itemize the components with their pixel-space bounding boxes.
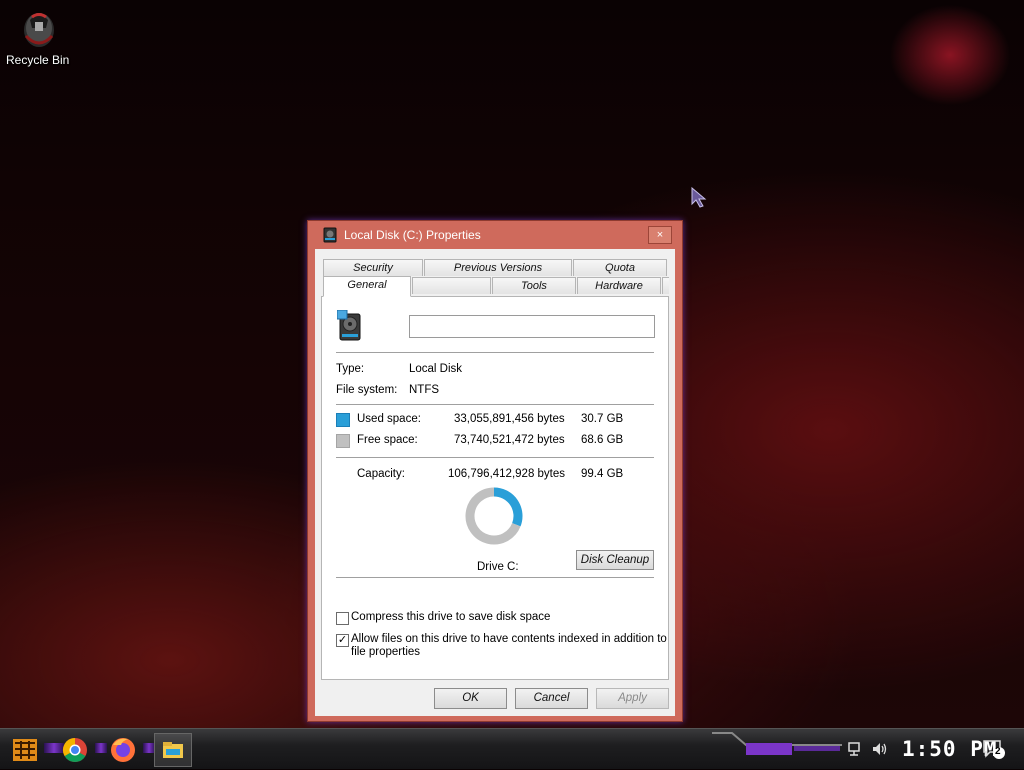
separator — [336, 404, 654, 406]
tab-tools[interactable]: Tools — [492, 277, 576, 294]
tab-hardware[interactable]: Hardware — [577, 277, 661, 294]
recycle-bin-shortcut[interactable]: Recycle Bin — [6, 6, 72, 67]
notification-icon — [983, 740, 1005, 759]
capacity-label: Capacity: — [357, 468, 405, 480]
network-icon[interactable] — [847, 741, 863, 760]
used-space-label: Used space: — [357, 413, 421, 425]
index-label-line2: file properties — [351, 646, 421, 658]
used-space-swatch — [336, 413, 350, 427]
dialog-titlebar[interactable]: Local Disk (C:) Properties × — [308, 221, 682, 249]
apply-button[interactable]: Apply — [596, 688, 669, 709]
hard-drive-icon — [323, 227, 337, 243]
separator — [336, 352, 654, 354]
disk-usage-donut-chart — [465, 487, 523, 545]
firefox-icon — [111, 738, 135, 762]
firefox-button[interactable] — [104, 733, 142, 767]
disk-cleanup-button[interactable]: Disk Cleanup — [576, 550, 654, 570]
capacity-bytes: 106,796,412,928 bytes — [448, 468, 566, 480]
action-center-button[interactable]: 2 — [982, 738, 1006, 760]
type-value: Local Disk — [409, 363, 463, 375]
separator — [336, 457, 654, 459]
tab-quota[interactable]: Quota — [573, 259, 667, 276]
tab-tools-left — [412, 277, 491, 294]
index-label-line1: Allow files on this drive to have conten… — [351, 633, 667, 645]
used-space-bytes: 33,055,891,456 bytes — [454, 413, 565, 425]
mouse-cursor-icon — [690, 186, 708, 211]
taskbar: 1:50 PM 2 — [0, 728, 1024, 769]
capacity-gb: 99.4 GB — [581, 468, 624, 480]
file-system-label: File system: — [336, 384, 398, 396]
tab-previous-versions[interactable]: Previous Versions — [424, 259, 572, 276]
volume-icon[interactable] — [871, 741, 889, 760]
used-space-slice — [493, 487, 523, 527]
chrome-icon — [62, 738, 87, 763]
free-space-gb: 68.6 GB — [581, 434, 624, 446]
close-icon: × — [656, 229, 664, 241]
drive-letter-label: Drive C: — [477, 561, 519, 573]
file-system-value: NTFS — [409, 384, 440, 396]
close-button[interactable]: × — [648, 226, 672, 244]
separator — [336, 577, 654, 579]
dialog-client-area: Security Previous Versions Quota Tools H… — [315, 249, 675, 716]
tab-general[interactable]: General — [323, 276, 411, 297]
tab-edge — [662, 277, 669, 294]
free-space-label: Free space: — [357, 434, 418, 446]
chrome-button[interactable] — [56, 733, 94, 767]
compress-checkbox[interactable] — [336, 612, 349, 625]
volume-name-input[interactable] — [409, 315, 655, 338]
general-tab-panel: Type: Local Disk File system: NTFS Used … — [321, 296, 669, 680]
type-label: Type: — [336, 363, 365, 375]
file-explorer-icon — [163, 742, 183, 758]
notification-count: 2 — [995, 746, 1001, 757]
free-space-bytes: 73,740,521,472 bytes — [454, 434, 565, 446]
free-space-swatch — [336, 434, 350, 448]
used-space-gb: 30.7 GB — [581, 413, 624, 425]
start-icon — [13, 739, 37, 761]
taskbar-tray-decoration — [712, 731, 842, 765]
start-button[interactable] — [6, 733, 44, 767]
dialog-title: Local Disk (C:) Properties — [344, 228, 481, 242]
recycle-bin-icon — [20, 6, 58, 50]
properties-dialog: Local Disk (C:) Properties × Security Pr… — [307, 220, 683, 722]
recycle-bin-label: Recycle Bin — [6, 53, 70, 67]
tab-security[interactable]: Security — [323, 259, 423, 276]
local-disk-icon — [336, 309, 365, 342]
cancel-button[interactable]: Cancel — [515, 688, 588, 709]
ok-button[interactable]: OK — [434, 688, 507, 709]
index-checkbox[interactable]: ✓ — [336, 634, 349, 647]
file-explorer-button[interactable] — [154, 733, 192, 767]
compress-label: Compress this drive to save disk space — [351, 611, 551, 623]
